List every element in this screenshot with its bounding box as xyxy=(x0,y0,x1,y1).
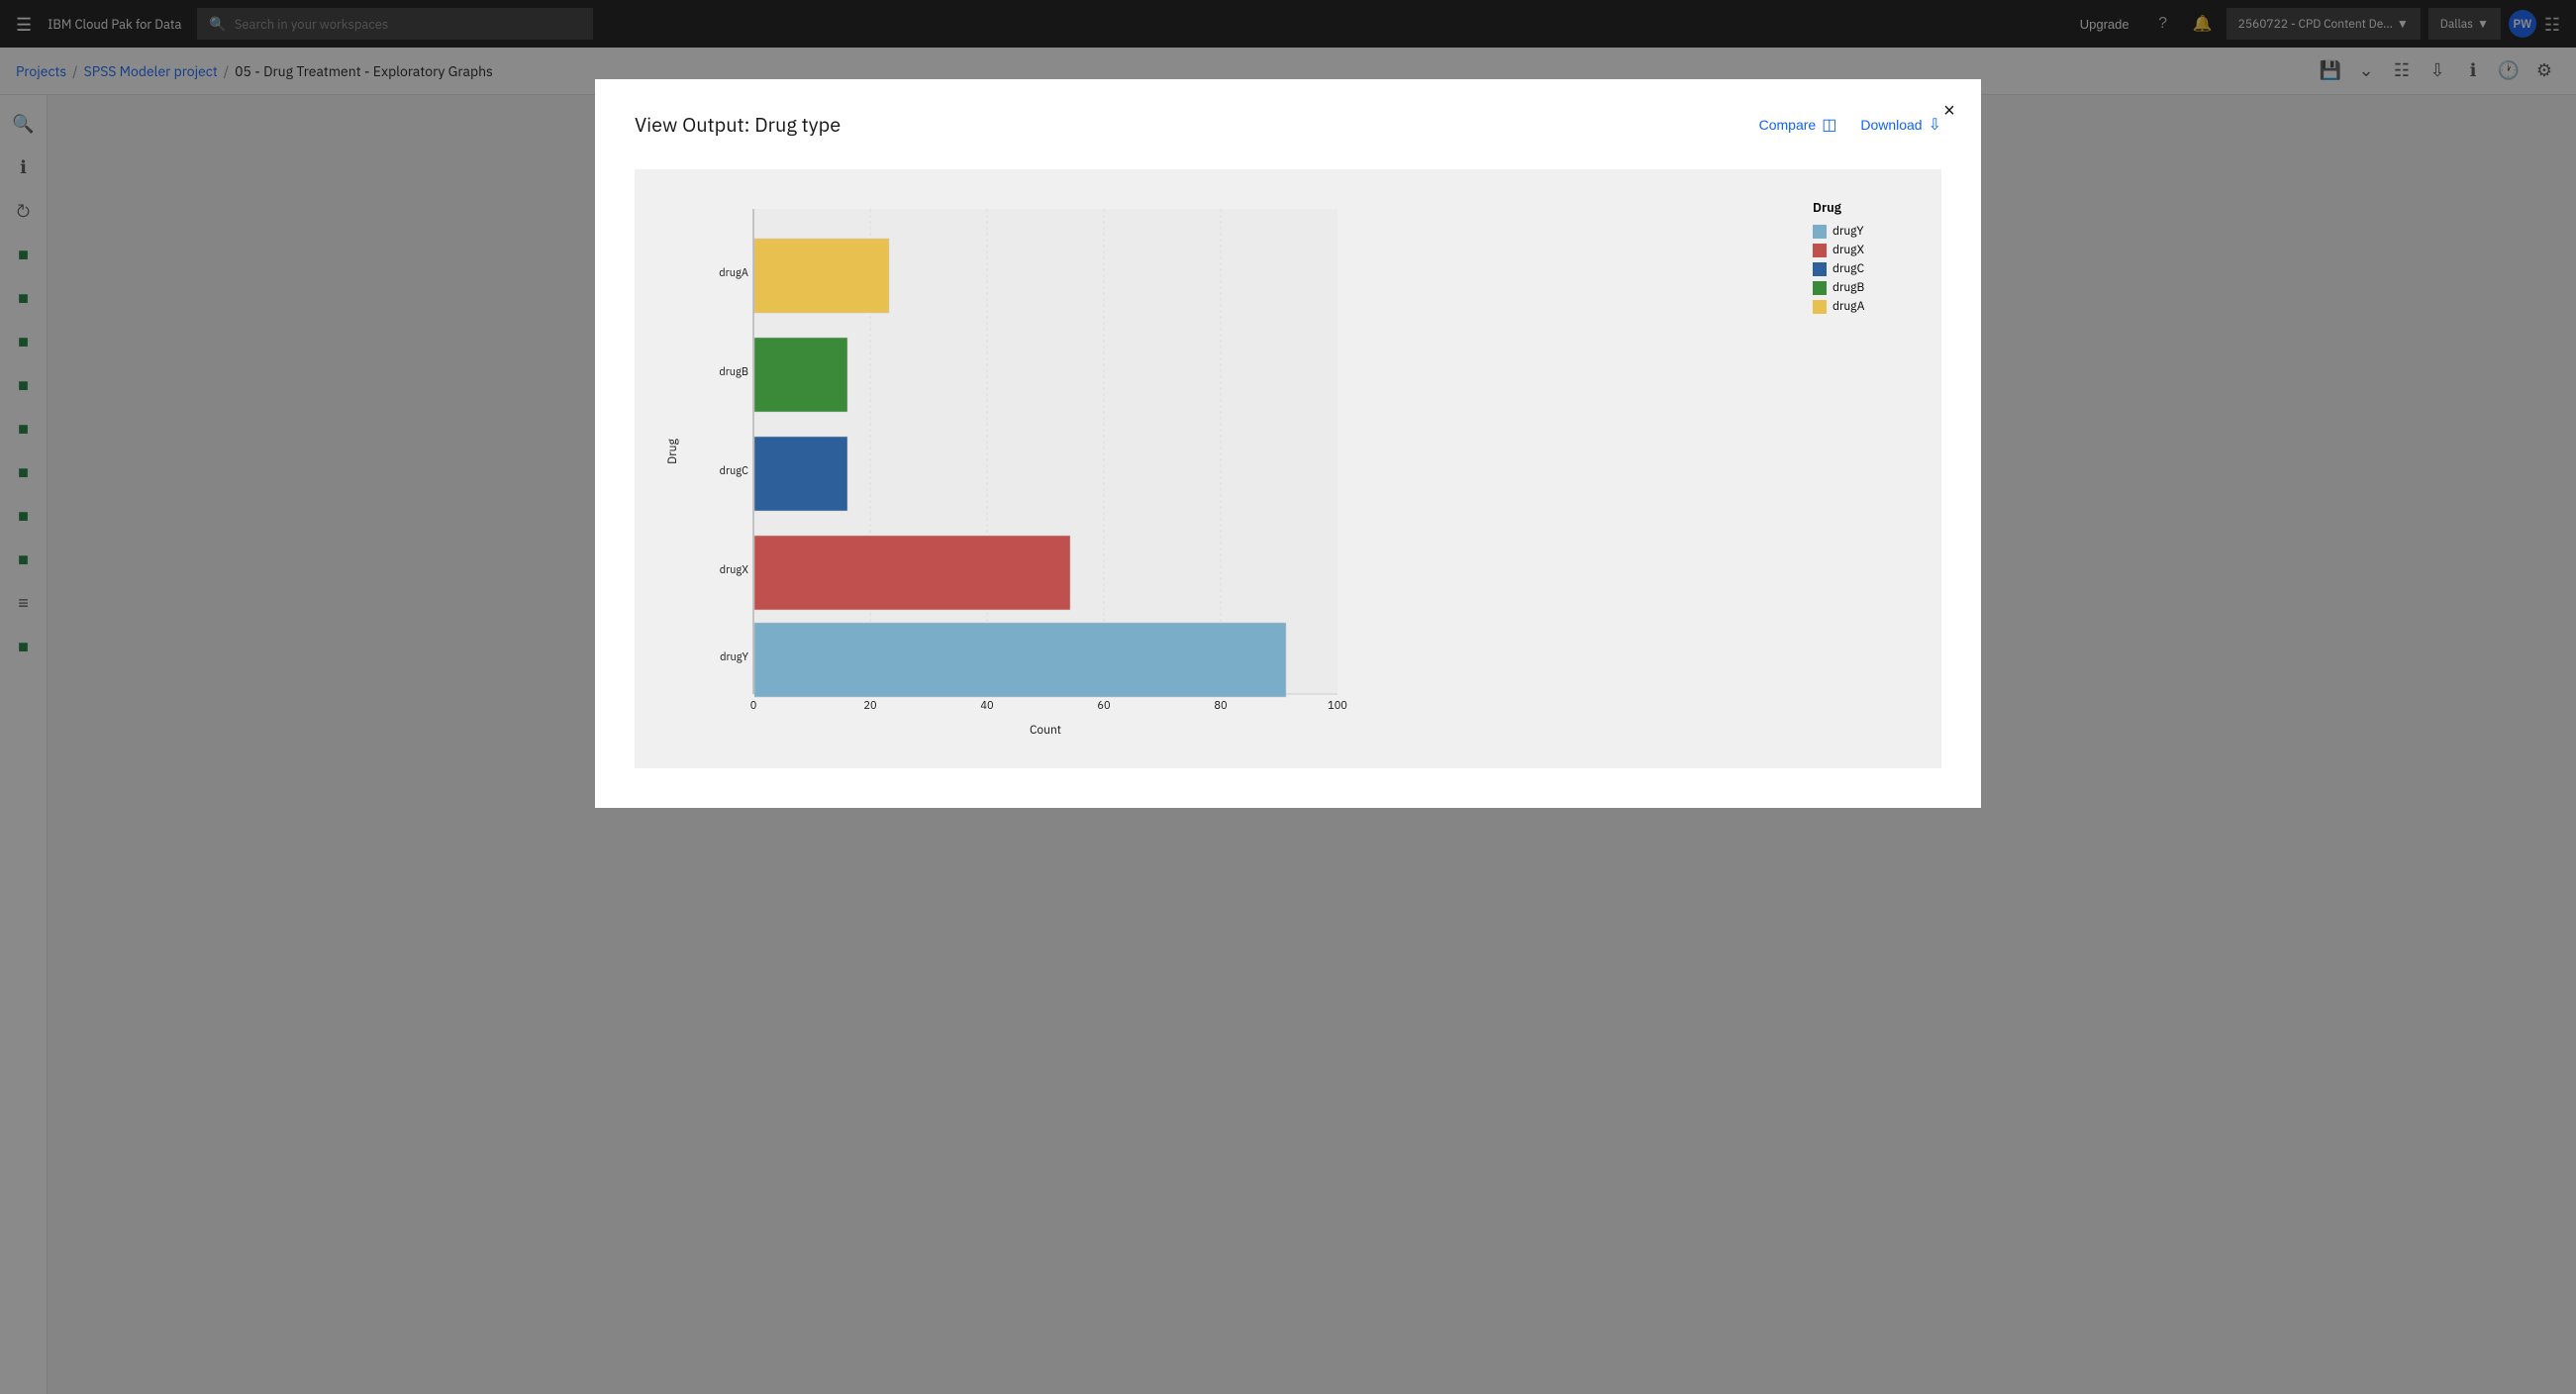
legend-item-drugA: drugA xyxy=(1813,299,1902,314)
legend-swatch-drugY xyxy=(1813,225,1827,239)
bar-drugA xyxy=(754,239,889,313)
x-tick-40: 40 xyxy=(980,699,993,713)
chart-svg: Drug Count drugA drugB drugC drugX drugY… xyxy=(654,189,1367,744)
modal-overlay: × View Output: Drug type Compare ◫ Downl… xyxy=(0,0,2576,1394)
chart-legend: Drug drugY drugX drugC xyxy=(1803,189,1922,748)
y-label-drugA: drugA xyxy=(719,266,748,280)
view-output-modal: × View Output: Drug type Compare ◫ Downl… xyxy=(595,79,1981,808)
x-axis-label: Count xyxy=(1030,723,1061,738)
legend-item-drugB: drugB xyxy=(1813,280,1902,295)
legend-label-drugX: drugX xyxy=(1833,243,1864,257)
bar-chart: Drug Count drugA drugB drugC drugX drugY… xyxy=(654,189,1803,748)
legend-swatch-drugC xyxy=(1813,262,1827,276)
x-tick-0: 0 xyxy=(750,699,757,713)
chart-container: Drug Count drugA drugB drugC drugX drugY… xyxy=(635,169,1941,768)
legend-item-drugC: drugC xyxy=(1813,261,1902,276)
download-button[interactable]: Download ⇩ xyxy=(1860,115,1941,135)
modal-title: View Output: Drug type xyxy=(635,111,841,138)
legend-swatch-drugA xyxy=(1813,300,1827,314)
y-label-drugC: drugC xyxy=(720,464,749,478)
compare-icon: ◫ xyxy=(1822,115,1836,135)
x-tick-60: 60 xyxy=(1097,699,1110,713)
x-tick-20: 20 xyxy=(863,699,876,713)
legend-swatch-drugB xyxy=(1813,281,1827,295)
x-tick-100: 100 xyxy=(1328,699,1347,713)
modal-close-button[interactable]: × xyxy=(1933,95,1965,127)
modal-header: View Output: Drug type Compare ◫ Downloa… xyxy=(635,111,1941,138)
x-tick-80: 80 xyxy=(1214,699,1227,713)
legend-label-drugA: drugA xyxy=(1833,299,1864,314)
y-label-drugY: drugY xyxy=(720,650,748,664)
legend-item-drugX: drugX xyxy=(1813,243,1902,257)
y-label-drugX: drugX xyxy=(720,563,749,577)
legend-swatch-drugX xyxy=(1813,244,1827,257)
compare-label: Compare xyxy=(1759,117,1817,133)
modal-action-buttons: Compare ◫ Download ⇩ xyxy=(1759,115,1941,135)
legend-item-drugY: drugY xyxy=(1813,224,1902,239)
compare-button[interactable]: Compare ◫ xyxy=(1759,115,1837,135)
bar-drugC xyxy=(754,437,847,511)
legend-label-drugC: drugC xyxy=(1833,261,1864,276)
legend-label-drugB: drugB xyxy=(1833,280,1864,295)
y-label-drugB: drugB xyxy=(719,365,748,379)
download-label: Download xyxy=(1860,117,1922,133)
bar-drugB xyxy=(754,338,847,412)
chart-inner: Drug Count drugA drugB drugC drugX drugY… xyxy=(654,189,1922,748)
bar-drugX xyxy=(754,536,1070,610)
legend-title: Drug xyxy=(1813,199,1902,216)
y-axis-label: Drug xyxy=(665,439,680,464)
bar-drugY xyxy=(754,623,1286,697)
legend-label-drugY: drugY xyxy=(1833,224,1864,239)
